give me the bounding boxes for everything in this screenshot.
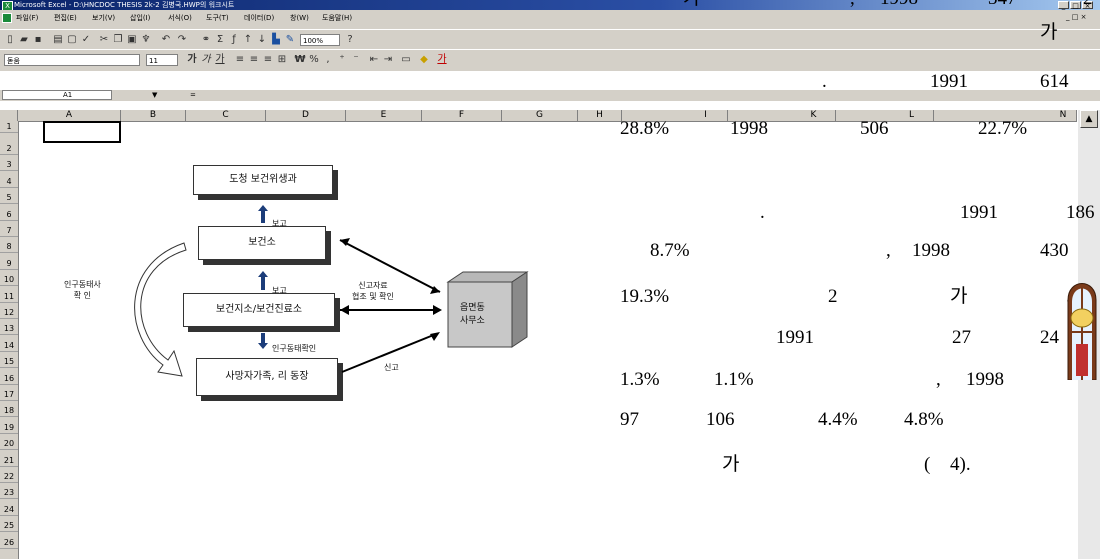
doc-text: 614	[1040, 71, 1069, 92]
doc-text: 186	[1066, 202, 1095, 223]
confirm-arrow-down	[258, 333, 268, 349]
office-assistant-icon[interactable]	[1066, 270, 1098, 380]
doc-text: 1991	[776, 327, 814, 348]
doc-text: 가	[683, 0, 700, 10]
doc-text: 1991	[930, 71, 968, 92]
arrowhead	[433, 305, 442, 315]
doc-text: 1.3%	[620, 369, 660, 390]
arrowhead	[340, 305, 349, 315]
doc-text: 1.1%	[714, 369, 754, 390]
doc-text: 가	[950, 286, 968, 307]
doc-text: ,	[886, 240, 891, 261]
doc-text: 22.7%	[978, 118, 1028, 139]
doc-text: 2	[828, 286, 838, 307]
doc-text: 24	[1040, 327, 1059, 348]
doc-text: .	[760, 202, 765, 223]
left-note: 인구동태사 확 인	[64, 280, 101, 300]
doc-text: 506	[860, 118, 889, 139]
doc-text: 가	[722, 454, 740, 475]
arrow-label-confirm: 인구동태확인	[272, 344, 317, 353]
doc-text: 2	[1083, 0, 1093, 10]
doc-text: 1991	[960, 202, 998, 223]
arrowhead	[430, 332, 440, 341]
doc-text: (	[924, 454, 931, 475]
bottom-note: 신고	[384, 363, 399, 372]
doc-text: 27	[952, 327, 971, 348]
office-box-side	[511, 271, 528, 348]
report-arrow-up-1	[258, 205, 268, 223]
arrow-label-report: 보고	[272, 286, 287, 295]
doc-text: 347	[988, 0, 1017, 10]
doc-text: ,	[850, 0, 855, 10]
curved-flow-arrow	[134, 242, 187, 377]
doc-text: 19.3%	[620, 286, 670, 307]
report-arrow-up-2	[258, 271, 268, 290]
doc-text: 4.8%	[904, 409, 944, 430]
doc-text: 97	[620, 409, 639, 430]
doc-text: 8.7%	[650, 240, 690, 261]
doc-text: ,	[936, 369, 941, 390]
doc-text: 430	[1040, 240, 1069, 261]
doc-text: 28.8%	[620, 118, 670, 139]
doc-text: 1998	[880, 0, 918, 10]
doc-text: 1998	[730, 118, 768, 139]
doc-text: 106	[706, 409, 735, 430]
doc-text: 1998	[912, 240, 950, 261]
arrow-label-report: 보고	[272, 219, 287, 228]
doc-text: 1998	[966, 369, 1004, 390]
doc-text: 가	[1040, 22, 1058, 43]
doc-text: 4.4%	[818, 409, 858, 430]
mid-note: 신고자료 협조 및 확인	[352, 281, 394, 301]
doc-text: 4).	[950, 454, 971, 475]
doc-text: .	[822, 71, 827, 92]
office-label: 읍면동 사무소	[460, 303, 485, 326]
